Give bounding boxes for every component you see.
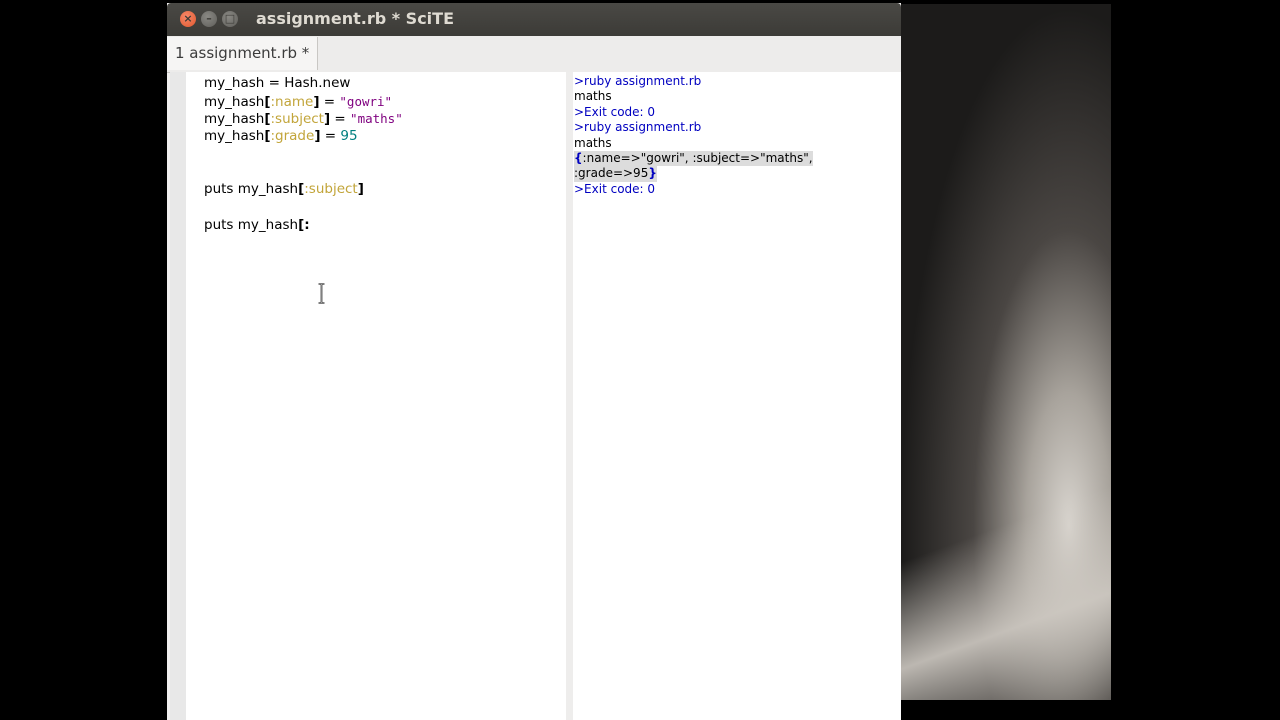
pane-splitter[interactable]: [566, 72, 573, 720]
symbol-token: :subject: [304, 181, 358, 198]
string-token: "gowri": [339, 93, 393, 109]
symbol-token: :name: [270, 93, 314, 110]
i-beam-cursor-icon: [318, 283, 325, 304]
highlighted-output: {:name=>"gowri", :subject=>"maths",: [574, 150, 813, 167]
code-token: my_hash: [204, 111, 265, 128]
title-bar[interactable]: × – □ assignment.rb * SciTE: [167, 3, 901, 36]
operator-token: =: [330, 111, 351, 128]
output-line: maths: [574, 89, 612, 104]
tab-assignment-rb[interactable]: 1 assignment.rb *: [167, 37, 319, 70]
code-token: puts my_hash: [204, 216, 299, 233]
operator-token: =: [319, 93, 340, 110]
maximize-icon: □: [224, 12, 236, 25]
highlighted-output: :grade=>95}: [574, 166, 657, 182]
code-editor[interactable]: my_hash = Hash.new my_hash[:name] = "gow…: [170, 72, 566, 720]
symbol-token: :grade: [270, 128, 315, 145]
code-line: puts my_hash[:subject]: [204, 181, 564, 199]
output-text: >ruby assignment.rb maths >Exit code: 0 …: [574, 74, 899, 197]
output-line: >Exit code: 0: [574, 104, 656, 119]
maximize-window-button[interactable]: □: [222, 11, 238, 27]
code-line: my_hash[:subject] = "maths": [204, 110, 564, 128]
code-line: my_hash[:name] = "gowri": [204, 93, 564, 111]
window-title: assignment.rb * SciTE: [256, 9, 454, 28]
code-token: my_hash: [204, 93, 265, 110]
tab-bar: 1 assignment.rb *: [167, 36, 901, 73]
brace: }: [648, 166, 657, 181]
number-token: 95: [340, 128, 358, 145]
editor-margin[interactable]: [170, 72, 186, 720]
close-window-button[interactable]: ×: [180, 11, 196, 27]
code-token: my_hash = Hash.new: [204, 75, 351, 91]
bracket: ]: [357, 181, 364, 198]
output-line: >ruby assignment.rb: [574, 120, 702, 135]
minimize-window-button[interactable]: –: [201, 11, 217, 27]
output-line: >ruby assignment.rb: [574, 74, 702, 88]
minimize-icon: –: [206, 12, 212, 25]
string-token: "maths": [350, 111, 403, 127]
symbol-token: :subject: [270, 111, 324, 128]
output-line: {:name=>"gowri", :subject=>"maths",: [574, 150, 899, 167]
code-line: my_hash[:grade] = 95: [204, 128, 564, 146]
code-token: my_hash: [204, 128, 265, 145]
operator-token: =: [320, 128, 341, 145]
output-line: maths: [574, 135, 612, 150]
scite-window: × – □ assignment.rb * SciTE 1 assignment…: [167, 3, 901, 720]
code-line: puts my_hash[:: [204, 217, 564, 235]
output-pane[interactable]: >ruby assignment.rb maths >Exit code: 0 …: [573, 72, 901, 720]
close-icon: ×: [183, 12, 193, 25]
output-token: :name=>"gowri", :subject=>"maths",: [582, 150, 813, 165]
symbol-token: :: [304, 216, 310, 233]
code-text[interactable]: my_hash = Hash.new my_hash[:name] = "gow…: [204, 75, 564, 234]
code-line: my_hash = Hash.new: [204, 75, 564, 93]
output-token: :grade=>95: [574, 166, 649, 181]
code-token: puts my_hash: [204, 181, 299, 198]
brace: {: [574, 150, 583, 165]
output-line: >Exit code: 0: [574, 181, 656, 196]
desktop-wallpaper-curve: [900, 420, 1111, 700]
output-line: :grade=>95}: [574, 166, 899, 182]
